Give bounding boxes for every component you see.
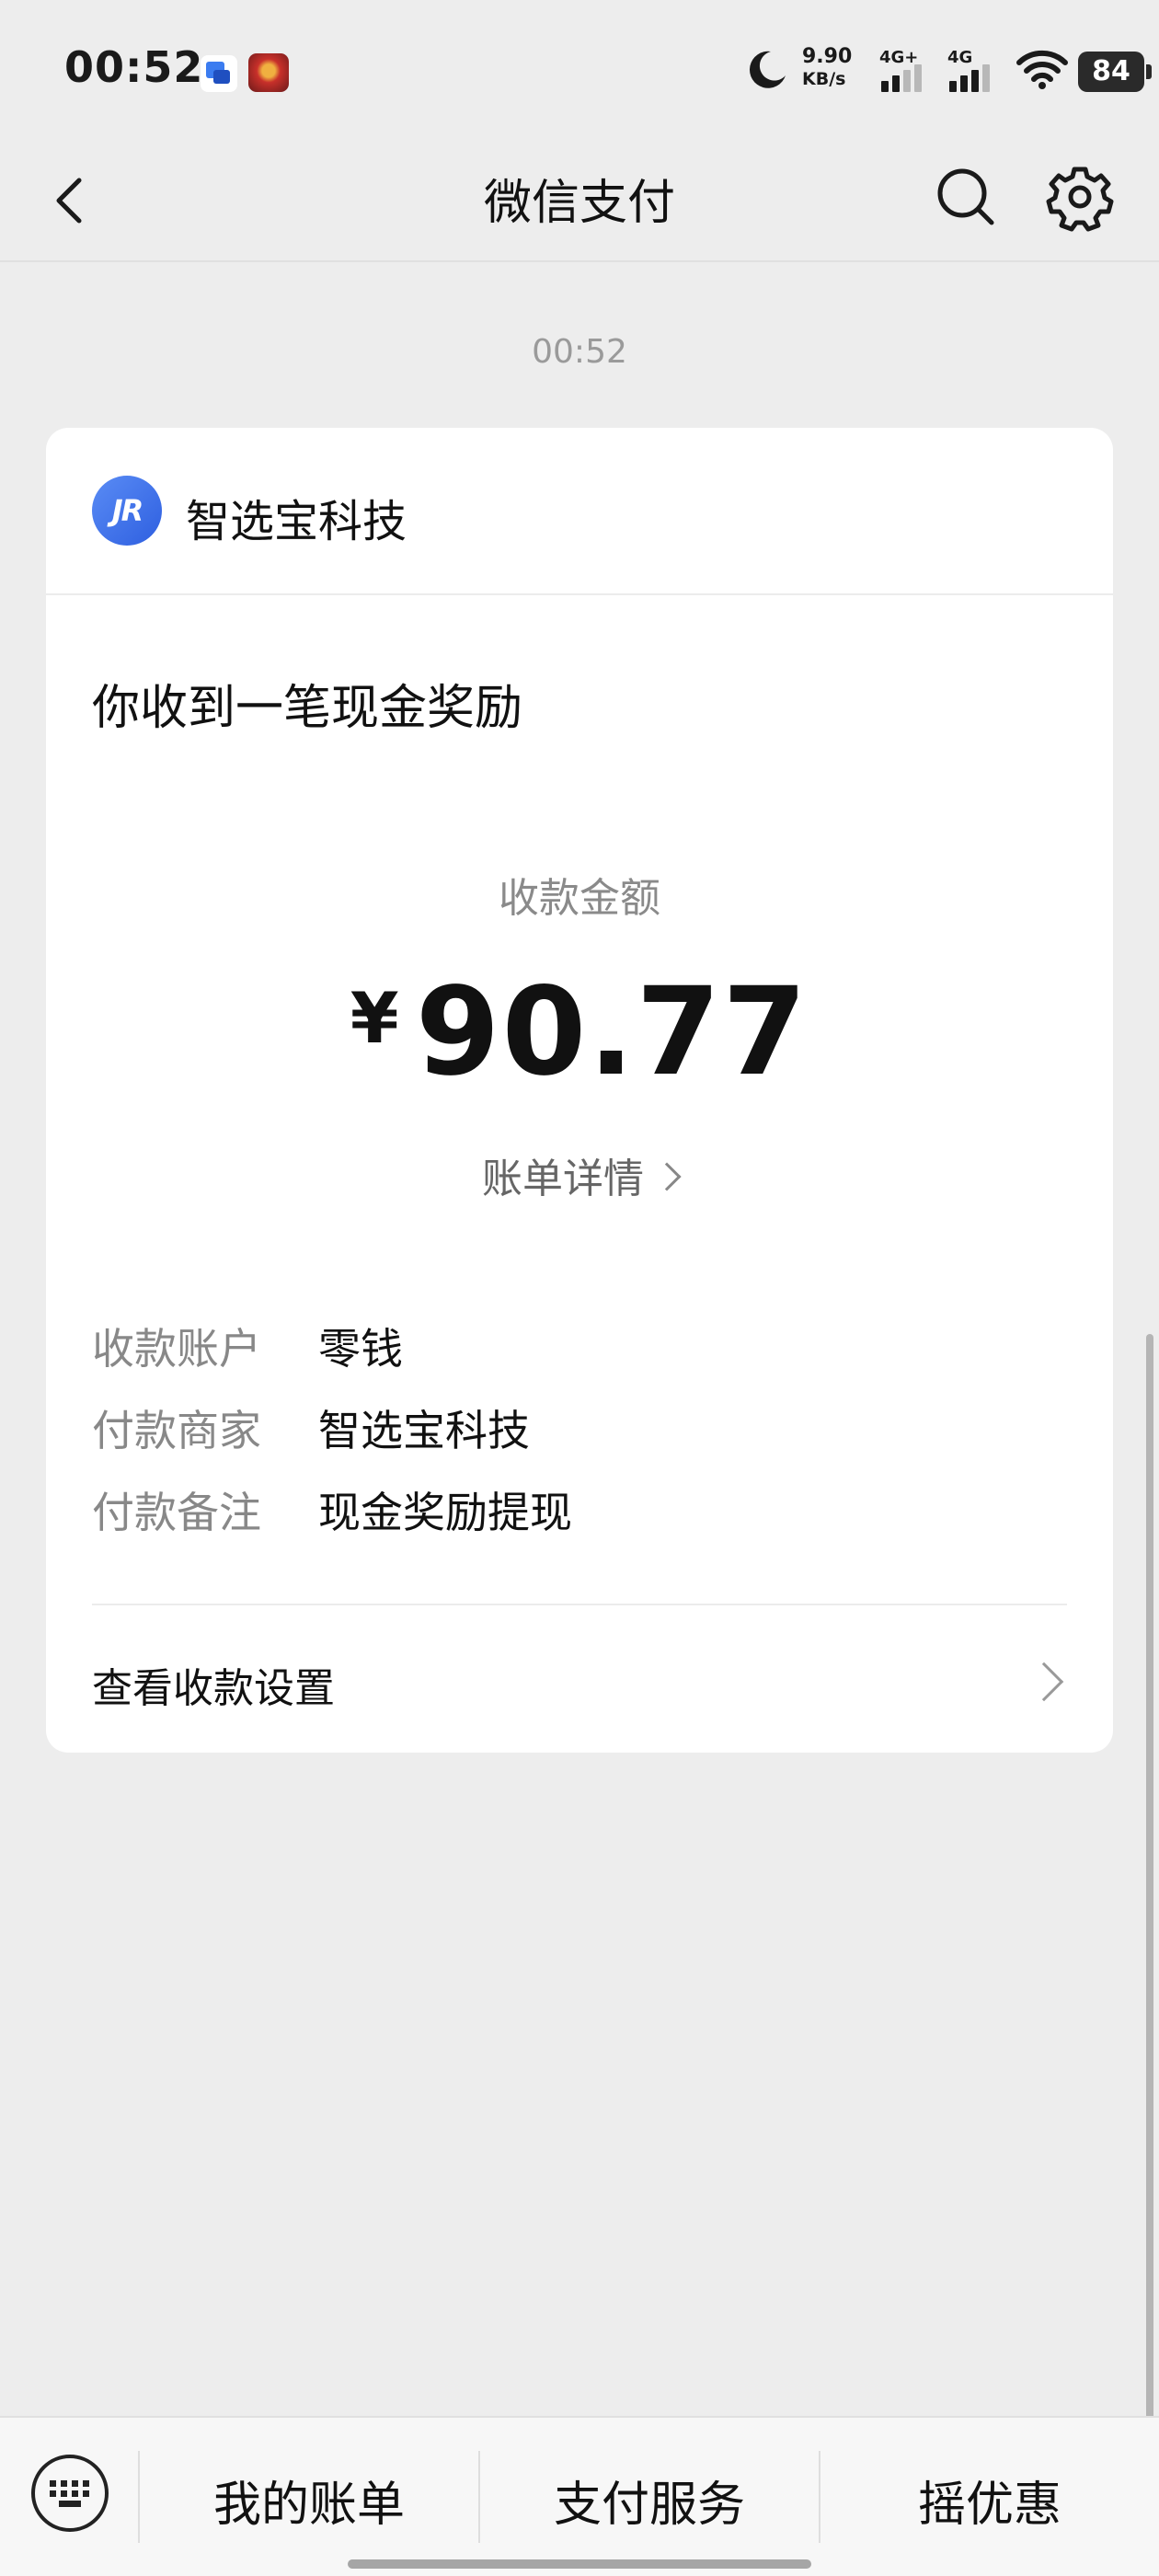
divider	[92, 1604, 1067, 1605]
amount-value: 90.77	[415, 961, 809, 1103]
search-icon[interactable]	[929, 160, 1003, 234]
chevron-right-icon	[652, 1162, 682, 1191]
scrollbar[interactable]	[1146, 1334, 1153, 2420]
wifi-icon	[1016, 50, 1068, 89]
amount-label: 收款金额	[499, 875, 660, 922]
message-timestamp: 00:52	[532, 333, 627, 371]
info-row-remark: 付款备注 现金奖励提现	[92, 1488, 572, 1537]
card-headline: 你收到一笔现金奖励	[92, 681, 523, 736]
settings-gear-icon[interactable]	[1041, 158, 1119, 236]
view-payment-settings-link[interactable]: 查看收款设置	[92, 1655, 1067, 1719]
merchant-logo: JR	[92, 476, 162, 546]
merchant-name: 智选宝科技	[186, 496, 407, 547]
settings-link-label: 查看收款设置	[92, 1665, 335, 1712]
info-row-merchant: 付款商家 智选宝科技	[92, 1406, 530, 1455]
payment-notification-card[interactable]: JR 智选宝科技 你收到一笔现金奖励 收款金额 ¥90.77 账单详情 收款账户…	[46, 428, 1113, 1753]
network-speed: 9.90 KB/s	[802, 45, 853, 90]
bottom-menu-bar: 我的账单 支付服务 摇优惠	[0, 2416, 1159, 2576]
do-not-disturb-moon-icon	[749, 51, 786, 88]
cellular-signal-icon: 4G+	[879, 48, 933, 92]
battery-indicator: 84	[1078, 52, 1152, 92]
home-indicator[interactable]	[348, 2559, 811, 2569]
menu-shake-offers[interactable]: 摇优惠	[820, 2466, 1159, 2535]
keyboard-icon	[50, 2480, 90, 2508]
notification-game-icon	[248, 53, 289, 92]
status-bar: 00:52 9.90 KB/s 4G+ 4G 84	[0, 0, 1159, 138]
nav-bar: 微信支付	[0, 138, 1159, 262]
cellular-signal-icon-2: 4G	[947, 48, 1001, 92]
info-row-account: 收款账户 零钱	[92, 1324, 403, 1374]
bill-details-label: 账单详情	[482, 1156, 644, 1202]
notification-app-icon	[201, 55, 237, 92]
amount-display: ¥90.77	[46, 961, 1113, 1103]
currency-symbol: ¥	[350, 977, 399, 1059]
keyboard-toggle-button[interactable]	[31, 2455, 109, 2532]
bill-details-link[interactable]: 账单详情	[46, 1145, 1113, 1204]
chevron-right-icon	[1024, 1662, 1064, 1702]
status-time: 00:52	[64, 42, 204, 92]
menu-my-bills[interactable]: 我的账单	[140, 2466, 478, 2535]
menu-payment-services[interactable]: 支付服务	[480, 2466, 819, 2535]
card-header: JR 智选宝科技	[46, 428, 1113, 595]
